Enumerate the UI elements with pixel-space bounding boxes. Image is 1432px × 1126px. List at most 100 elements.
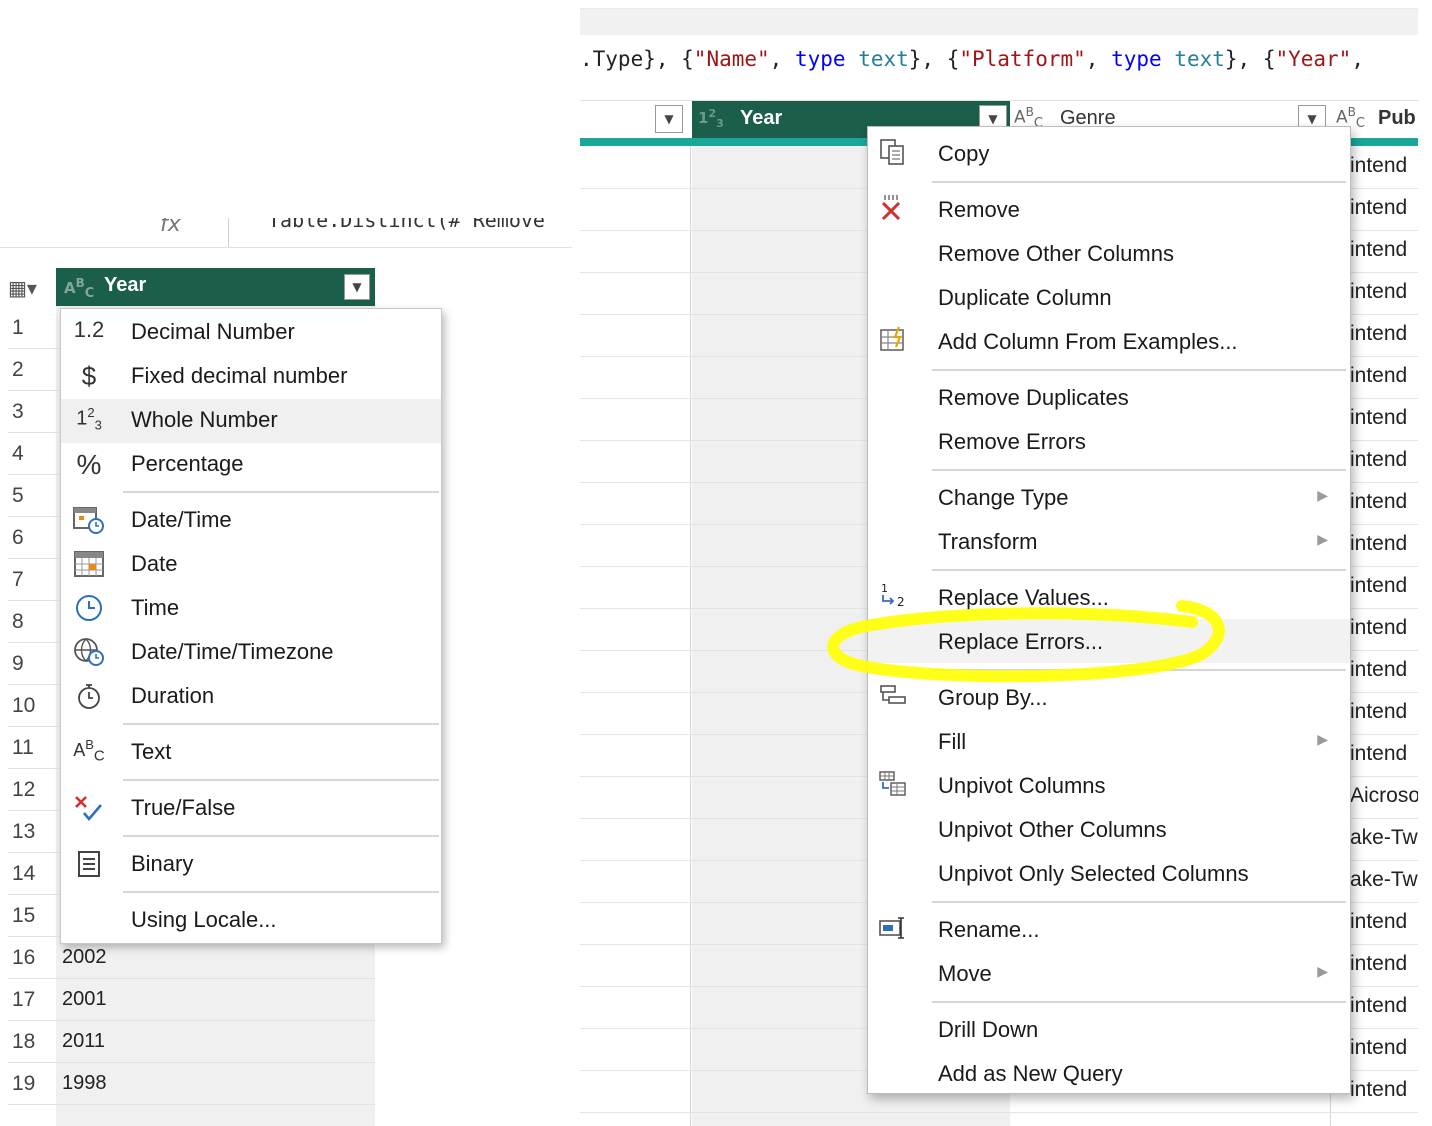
row-number[interactable]: 2 <box>12 358 52 382</box>
menu-item-date-time[interactable]: Date/Time <box>61 499 441 543</box>
menu-item-copy[interactable]: Copy <box>868 131 1350 175</box>
table-cell[interactable]: intend <box>1350 280 1407 304</box>
column-name: Pub <box>1378 107 1416 129</box>
table-cell[interactable]: intend <box>1350 742 1407 766</box>
table-cell[interactable]: intend <box>1350 448 1407 472</box>
menu-item-decimal-number[interactable]: 1.2 Decimal Number <box>61 311 441 355</box>
row-number[interactable]: 4 <box>12 442 52 466</box>
table-cell[interactable]: intend <box>1350 406 1407 430</box>
row-number[interactable]: 10 <box>12 694 52 718</box>
row-number[interactable]: 11 <box>12 736 52 760</box>
year-column-header[interactable]: ABC Year ▼ <box>56 268 375 306</box>
formula-text[interactable]: Table.Distinct(#"Remove <box>268 218 545 232</box>
menu-item-remove-errors[interactable]: Remove Errors <box>868 419 1350 463</box>
menu-item-remove[interactable]: Remove <box>868 187 1350 231</box>
menu-item-time[interactable]: Time <box>61 587 441 631</box>
menu-item-label: Drill Down <box>938 1017 1039 1042</box>
calendar-icon <box>67 549 111 581</box>
add-column-from-examples-icon <box>874 325 912 357</box>
row-number[interactable]: 8 <box>12 610 52 634</box>
fx-label[interactable]: fx <box>160 218 181 237</box>
row-number[interactable]: 6 <box>12 526 52 550</box>
menu-item-unpivot-other-columns[interactable]: Unpivot Other Columns <box>868 807 1350 851</box>
table-cell[interactable]: intend <box>1350 1078 1407 1102</box>
column-filter-dropdown[interactable]: ▼ <box>655 105 683 133</box>
menu-item-replace-values[interactable]: 12 Replace Values... <box>868 575 1350 619</box>
table-cell[interactable]: intend <box>1350 910 1407 934</box>
whole-number-type-icon[interactable]: 123 <box>698 107 724 130</box>
menu-item-binary[interactable]: Binary <box>61 843 441 887</box>
menu-item-date-time-timezone[interactable]: Date/Time/Timezone <box>61 631 441 675</box>
table-cell[interactable]: intend <box>1350 700 1407 724</box>
menu-item-transform[interactable]: Transform ▶ <box>868 519 1350 563</box>
table-cell[interactable]: 2002 <box>62 946 107 969</box>
menu-item-fill[interactable]: Fill ▶ <box>868 719 1350 763</box>
menu-item-move[interactable]: Move ▶ <box>868 951 1350 995</box>
row-number[interactable]: 1 <box>12 316 52 340</box>
menu-item-unpivot-columns[interactable]: Unpivot Columns <box>868 763 1350 807</box>
menu-item-using-locale[interactable]: Using Locale... <box>61 899 441 943</box>
table-cell[interactable]: intend <box>1350 952 1407 976</box>
table-cell[interactable]: intend <box>1350 364 1407 388</box>
table-cell[interactable]: intend <box>1350 196 1407 220</box>
dollar-icon: $ <box>81 361 97 391</box>
table-cell[interactable]: 2001 <box>62 988 107 1011</box>
formula-bar[interactable]: .Type}, {"Name", type text}, {"Platform"… <box>580 8 1418 86</box>
row-divider <box>8 978 375 979</box>
menu-item-group-by[interactable]: Group By... <box>868 675 1350 719</box>
menu-item-true-false[interactable]: True/False <box>61 787 441 831</box>
row-number[interactable]: 7 <box>12 568 52 592</box>
menu-item-whole-number[interactable]: 123 Whole Number <box>61 399 441 443</box>
row-number[interactable]: 13 <box>12 820 52 844</box>
row-number[interactable]: 16 <box>12 946 52 970</box>
right-query-editor-panel: .Type}, {"Name", type text}, {"Platform"… <box>580 8 1418 1126</box>
table-cell[interactable]: intend <box>1350 322 1407 346</box>
table-cell[interactable]: intend <box>1350 616 1407 640</box>
menu-item-replace-errors[interactable]: Replace Errors... <box>868 619 1350 663</box>
table-cell[interactable]: intend <box>1350 154 1407 178</box>
menu-item-duplicate-column[interactable]: Duplicate Column <box>868 275 1350 319</box>
formula-string: "Name" <box>693 47 770 71</box>
row-number[interactable]: 3 <box>12 400 52 424</box>
table-cell[interactable]: ake-Tw <box>1350 868 1418 892</box>
menu-item-rename[interactable]: Rename... <box>868 907 1350 951</box>
menu-item-remove-other-columns[interactable]: Remove Other Columns <box>868 231 1350 275</box>
text-type-icon[interactable]: ABC <box>64 276 94 301</box>
menu-item-duration[interactable]: Duration <box>61 675 441 719</box>
row-number[interactable]: 14 <box>12 862 52 886</box>
table-cell[interactable]: 2011 <box>62 1030 105 1053</box>
table-menu-icon[interactable]: ▦▾ <box>8 276 38 300</box>
table-cell[interactable]: 1998 <box>62 1072 107 1095</box>
menu-item-add-column-from-examples[interactable]: Add Column From Examples... <box>868 319 1350 363</box>
row-number[interactable]: 9 <box>12 652 52 676</box>
menu-item-date[interactable]: Date <box>61 543 441 587</box>
menu-item-percentage[interactable]: % Percentage <box>61 443 441 487</box>
formula-code[interactable]: .Type}, {"Name", type text}, {"Platform"… <box>580 47 1364 71</box>
column-filter-dropdown[interactable]: ▼ <box>344 274 370 300</box>
row-number[interactable]: 5 <box>12 484 52 508</box>
menu-item-fixed-decimal[interactable]: $ Fixed decimal number <box>61 355 441 399</box>
menu-item-text[interactable]: ABC Text <box>61 731 441 775</box>
table-cell[interactable]: intend <box>1350 658 1407 682</box>
row-number[interactable]: 12 <box>12 778 52 802</box>
menu-item-drill-down[interactable]: Drill Down <box>868 1007 1350 1051</box>
table-cell[interactable]: intend <box>1350 490 1407 514</box>
menu-item-remove-duplicates[interactable]: Remove Duplicates <box>868 375 1350 419</box>
row-number[interactable]: 17 <box>12 988 52 1012</box>
menu-item-add-as-new-query[interactable]: Add as New Query <box>868 1051 1350 1095</box>
formula-bar: fx Table.Distinct(#"Remove <box>0 218 572 248</box>
table-cell[interactable]: Aicroso <box>1350 784 1418 808</box>
row-number[interactable]: 18 <box>12 1030 52 1054</box>
table-cell[interactable]: intend <box>1350 532 1407 556</box>
table-cell[interactable]: intend <box>1350 574 1407 598</box>
row-number[interactable]: 15 <box>12 904 52 928</box>
table-cell[interactable]: intend <box>1350 238 1407 262</box>
menu-divider <box>123 779 439 781</box>
table-cell[interactable]: ake-Tw <box>1350 826 1418 850</box>
menu-item-unpivot-only-selected-columns[interactable]: Unpivot Only Selected Columns <box>868 851 1350 895</box>
table-cell[interactable]: intend <box>1350 994 1407 1018</box>
row-number[interactable]: 19 <box>12 1072 52 1096</box>
row-divider <box>8 1062 375 1063</box>
table-cell[interactable]: intend <box>1350 1036 1407 1060</box>
menu-item-change-type[interactable]: Change Type ▶ <box>868 475 1350 519</box>
